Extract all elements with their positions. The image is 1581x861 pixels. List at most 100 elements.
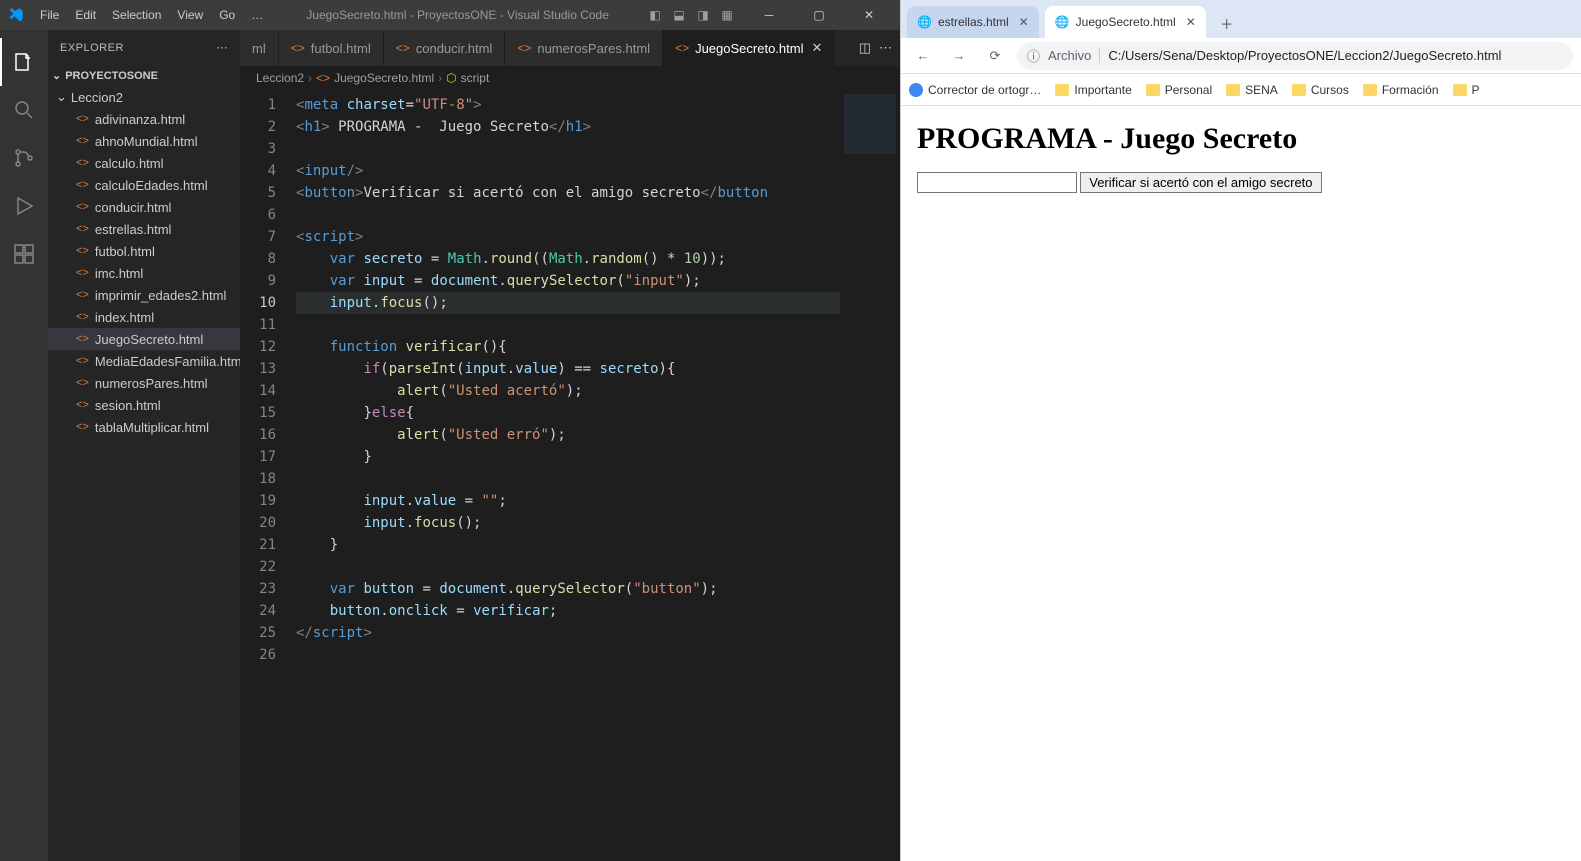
minimap[interactable] — [840, 90, 900, 861]
extensions-icon[interactable] — [0, 230, 48, 278]
browser-window: 🌐 estrellas.html ✕ 🌐 JuegoSecreto.html ✕… — [900, 0, 1581, 861]
close-icon[interactable]: ✕ — [1186, 15, 1196, 29]
breadcrumb-folder[interactable]: Leccion2 — [256, 71, 304, 85]
split-editor-icon[interactable]: ◫ — [859, 40, 871, 56]
bookmark-favicon — [909, 83, 923, 97]
file-label: imc.html — [95, 266, 143, 281]
line-gutter: 1234567891011121314151617181920212223242… — [240, 90, 296, 861]
bookmark-item[interactable]: Importante — [1055, 83, 1131, 97]
bookmark-item[interactable]: P — [1453, 83, 1480, 97]
file-item[interactable]: <>futbol.html — [48, 240, 240, 262]
browser-tab-active[interactable]: 🌐 JuegoSecreto.html ✕ — [1045, 6, 1206, 38]
close-icon[interactable]: ✕ — [1019, 15, 1029, 29]
layout-panel-bottom-icon[interactable]: ⬓ — [668, 4, 690, 26]
file-item[interactable]: <>imc.html — [48, 262, 240, 284]
verify-button[interactable]: Verificar si acertó con el amigo secreto — [1080, 172, 1321, 193]
editor-tab[interactable]: <>conducir.html — [384, 30, 506, 66]
maximize-button[interactable]: ▢ — [796, 0, 842, 30]
file-label: imprimir_edades2.html — [95, 288, 227, 303]
editor-tab[interactable]: <>futbol.html — [279, 30, 384, 66]
html-file-icon: <> — [76, 333, 89, 345]
source-control-icon[interactable] — [0, 134, 48, 182]
file-item[interactable]: <>adivinanza.html — [48, 108, 240, 130]
editor-tab[interactable]: <>JuegoSecreto.html✕ — [663, 30, 835, 66]
html-file-icon: <> — [76, 179, 89, 191]
html-file-icon: <> — [76, 113, 89, 125]
bookmark-item[interactable]: Personal — [1146, 83, 1212, 97]
file-item[interactable]: <>tablaMultiplicar.html — [48, 416, 240, 438]
layout-panel-left-icon[interactable]: ◧ — [644, 4, 666, 26]
back-button[interactable]: ← — [909, 42, 937, 70]
menu-view[interactable]: View — [169, 8, 211, 22]
layout-panel-right-icon[interactable]: ◨ — [692, 4, 714, 26]
breadcrumb-symbol[interactable]: ⬡script — [446, 71, 489, 85]
tab-label: estrellas.html — [938, 15, 1009, 29]
file-item[interactable]: <> index.html — [48, 306, 240, 328]
layout-customize-icon[interactable]: ▦ — [716, 4, 738, 26]
explorer-icon[interactable] — [0, 38, 48, 86]
minimize-button[interactable]: ─ — [746, 0, 792, 30]
project-section[interactable]: ⌄ PROYECTOSONE — [48, 65, 240, 86]
close-icon[interactable]: ✕ — [811, 40, 822, 56]
bookmarks-bar: Corrector de ortogr… Importante Personal… — [901, 74, 1581, 106]
html-file-icon: <> — [76, 157, 89, 169]
menu-edit[interactable]: Edit — [67, 8, 104, 22]
file-label: sesion.html — [95, 398, 161, 413]
file-label: MediaEdadesFamilia.html — [95, 354, 240, 369]
globe-icon: 🌐 — [1055, 15, 1070, 29]
menu-selection[interactable]: Selection — [104, 8, 169, 22]
tab-label: JuegoSecreto.html — [695, 41, 803, 56]
file-item[interactable]: <>imprimir_edades2.html — [48, 284, 240, 306]
file-item[interactable]: <>ahnoMundial.html — [48, 130, 240, 152]
forward-button[interactable]: → — [945, 42, 973, 70]
editor-tab[interactable]: ml — [240, 30, 279, 66]
new-tab-button[interactable]: ＋ — [1212, 8, 1242, 38]
bookmark-item[interactable]: Formación — [1363, 83, 1439, 97]
vscode-window: File Edit Selection View Go … JuegoSecre… — [0, 0, 900, 861]
breadcrumb-file[interactable]: <>JuegoSecreto.html — [316, 71, 434, 85]
code-editor[interactable]: 1234567891011121314151617181920212223242… — [240, 90, 900, 861]
file-label: JuegoSecreto.html — [95, 332, 203, 347]
browser-tabs: 🌐 estrellas.html ✕ 🌐 JuegoSecreto.html ✕… — [901, 0, 1581, 38]
code-content[interactable]: <meta charset="UTF-8"><h1> PROGRAMA - Ju… — [296, 90, 840, 861]
html-file-icon: <> — [76, 421, 89, 433]
file-item[interactable]: <>calculoEdades.html — [48, 174, 240, 196]
file-label: calculo.html — [95, 156, 164, 171]
reload-button[interactable]: ⟳ — [981, 42, 1009, 70]
file-item[interactable]: <>conducir.html — [48, 196, 240, 218]
folder-icon — [1226, 84, 1240, 96]
address-url: C:/Users/Sena/Desktop/ProyectosONE/Lecci… — [1108, 48, 1501, 63]
file-item[interactable]: <>sesion.html — [48, 394, 240, 416]
bookmark-item[interactable]: Corrector de ortogr… — [909, 83, 1041, 97]
editor-tab[interactable]: <>numerosPares.html — [505, 30, 663, 66]
bookmark-item[interactable]: Cursos — [1292, 83, 1349, 97]
close-window-button[interactable]: ✕ — [846, 0, 892, 30]
html-file-icon: <> — [76, 377, 89, 389]
more-actions-icon[interactable]: ⋯ — [879, 40, 892, 56]
secret-input[interactable] — [917, 172, 1077, 193]
file-item[interactable]: <> JuegoSecreto.html — [48, 328, 240, 350]
site-info-icon[interactable]: ⓘ — [1027, 46, 1040, 65]
search-icon[interactable] — [0, 86, 48, 134]
html-file-icon: <> — [517, 41, 531, 55]
chevron-right-icon: › — [308, 71, 312, 85]
browser-tab-inactive[interactable]: 🌐 estrellas.html ✕ — [907, 6, 1039, 38]
folder-leccion2[interactable]: ⌄ Leccion2 — [48, 86, 240, 108]
explorer-more-icon[interactable]: ⋯ — [217, 41, 229, 54]
address-bar[interactable]: ⓘ Archivo C:/Users/Sena/Desktop/Proyecto… — [1017, 42, 1573, 70]
html-file-icon: <> — [396, 41, 410, 55]
menu-more[interactable]: … — [243, 8, 271, 22]
tab-label: JuegoSecreto.html — [1076, 15, 1176, 29]
file-item[interactable]: <>estrellas.html — [48, 218, 240, 240]
menu-file[interactable]: File — [32, 8, 67, 22]
file-label: index.html — [95, 310, 154, 325]
html-file-icon: <> — [76, 311, 89, 323]
browser-toolbar: ← → ⟳ ⓘ Archivo C:/Users/Sena/Desktop/Pr… — [901, 38, 1581, 74]
menu-go[interactable]: Go — [211, 8, 243, 22]
file-item[interactable]: <>numerosPares.html — [48, 372, 240, 394]
bookmark-item[interactable]: SENA — [1226, 83, 1278, 97]
breadcrumbs[interactable]: Leccion2 › <>JuegoSecreto.html › ⬡script — [240, 66, 900, 90]
run-debug-icon[interactable] — [0, 182, 48, 230]
file-item[interactable]: <> calculo.html — [48, 152, 240, 174]
file-item[interactable]: <>MediaEdadesFamilia.html — [48, 350, 240, 372]
